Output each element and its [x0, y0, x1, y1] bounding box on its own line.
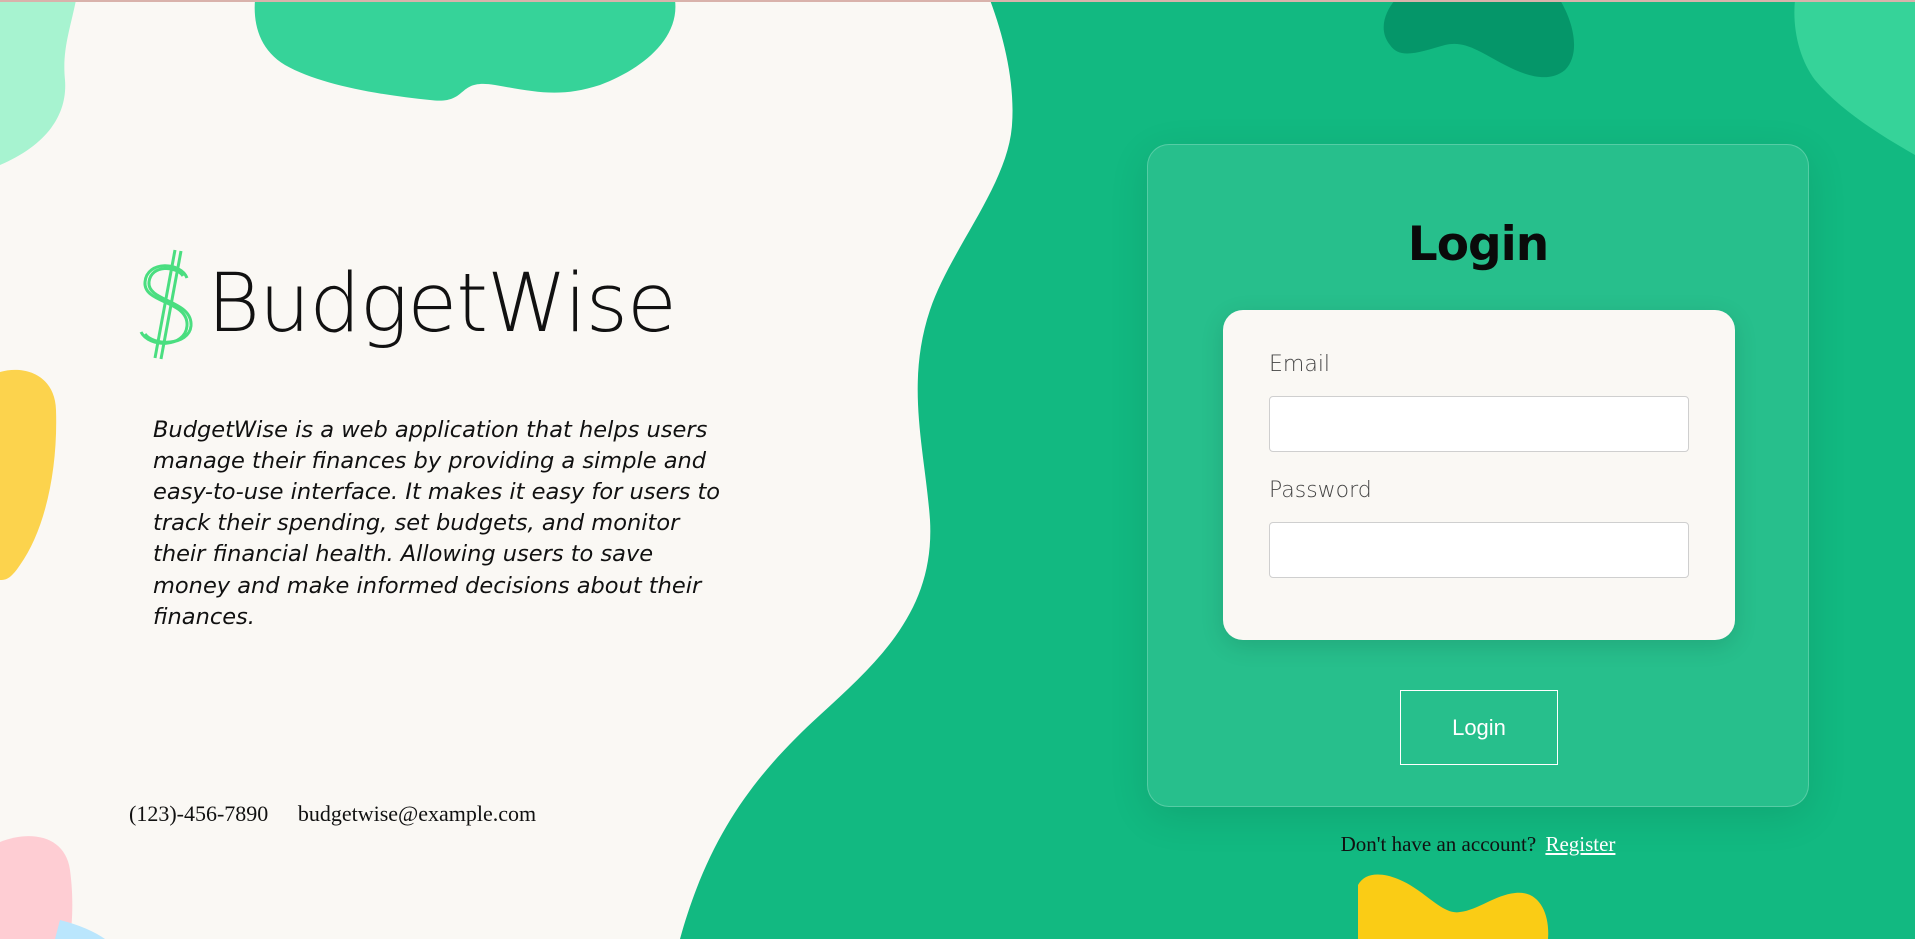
contact-email: budgetwise@example.com [297, 801, 537, 826]
register-link[interactable]: Register [1545, 832, 1615, 856]
login-card: Login Email Password Login [1147, 144, 1809, 807]
register-prompt-text: Don't have an account? [1340, 832, 1537, 856]
brand-logo: BudgetWise [133, 248, 677, 360]
login-title: Login [1407, 217, 1549, 272]
contact-info: (123)-456-7890 budgetwise@example.com [129, 801, 536, 827]
password-label: Password [1269, 478, 1372, 503]
login-form: Email Password [1223, 310, 1735, 640]
email-field[interactable] [1269, 396, 1689, 452]
dollar-icon [139, 249, 193, 360]
app-description: BudgetWise is a web application that hel… [153, 416, 721, 630]
yellow-blob [0, 369, 57, 580]
top-green-blob [254, 0, 676, 101]
mint-blob [0, 0, 76, 165]
top-border [0, 0, 1915, 2]
light-blue-blob [55, 920, 105, 939]
brand-name: BudgetWise [207, 256, 677, 351]
register-prompt: Don't have an account? Register [1147, 832, 1809, 857]
login-button[interactable]: Login [1400, 690, 1558, 765]
password-field[interactable] [1269, 522, 1689, 578]
contact-phone: (123)-456-7890 [129, 801, 269, 826]
email-label: Email [1269, 352, 1331, 377]
